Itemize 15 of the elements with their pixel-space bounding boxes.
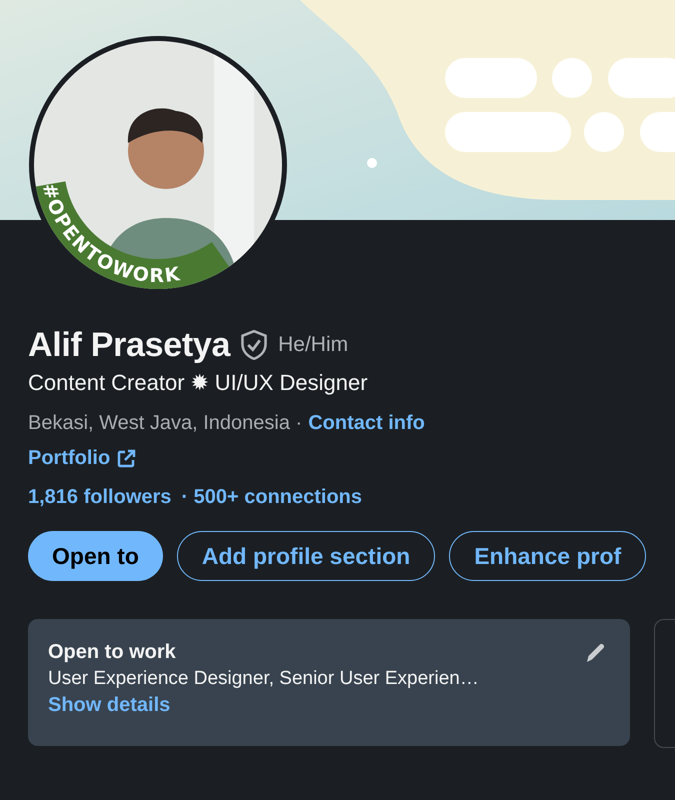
location: Bekasi, West Java, Indonesia · <box>28 412 302 435</box>
profile-action-button[interactable]: Enhance prof <box>449 531 646 581</box>
open-to-button[interactable]: Open to <box>28 531 163 581</box>
card-title: Open to work <box>48 641 176 664</box>
headline: Content Creator ✹ UI/UX Designer <box>28 370 369 396</box>
profile-action-button[interactable]: Add profile section <box>176 531 436 581</box>
contact-info-link[interactable]: Contact info <box>308 412 425 435</box>
portfolio-link[interactable]: Portfolio <box>28 447 110 470</box>
card-roles: User Experience Designer, Senior User Experien… <box>48 668 480 690</box>
followers-link[interactable]: 1,816 followers <box>28 486 172 509</box>
show-details-link[interactable]: Show details <box>48 694 610 717</box>
pronouns: He/Him <box>278 333 348 357</box>
connections-link[interactable]: · 500+ connections <box>181 486 362 509</box>
profile-name: Alif Prasetya <box>28 326 230 364</box>
external-link-icon[interactable] <box>116 448 136 468</box>
